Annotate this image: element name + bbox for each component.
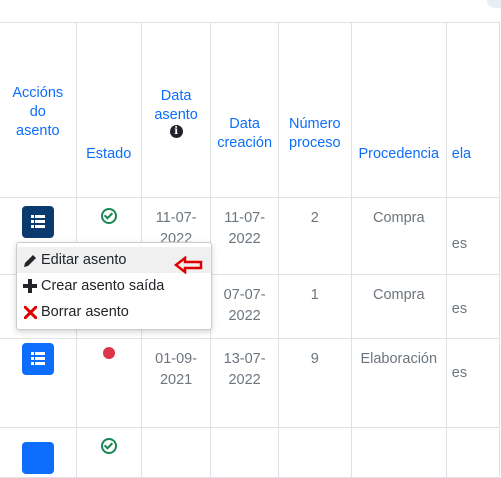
header-numero-proceso[interactable]: Número proceso	[277, 22, 352, 198]
pencil-icon	[21, 253, 39, 268]
red-arrow-icon	[174, 256, 203, 274]
header-accions[interactable]: Accións do asento	[0, 22, 77, 198]
status-cell	[75, 338, 142, 428]
data-creacion-cell: 07-07- 2022	[210, 274, 279, 339]
plus-icon	[21, 279, 39, 293]
cut-cell: es	[445, 274, 501, 339]
list-icon	[30, 352, 45, 365]
header-cut[interactable]: ela	[445, 22, 501, 198]
x-icon	[21, 305, 39, 319]
actions-cell	[0, 338, 77, 428]
check-circle-icon	[100, 208, 117, 224]
numero-cell: 2	[277, 197, 352, 275]
list-icon	[30, 215, 45, 228]
cut-cell: es	[445, 338, 501, 428]
actions-button[interactable]	[21, 442, 54, 474]
numero-cell: 1	[277, 274, 352, 339]
top-right-corner	[487, 0, 501, 8]
header-data-creacion[interactable]: Data creación	[210, 22, 279, 198]
check-circle-icon	[100, 438, 117, 454]
header-data-asento[interactable]: Data asento i	[140, 22, 212, 198]
cut-cell: es	[445, 197, 501, 275]
menu-item-borrar-asento[interactable]: Borrar asento	[17, 299, 211, 325]
data-creacion-cell: 11-07- 2022	[210, 197, 279, 275]
info-icon[interactable]: i	[169, 124, 183, 138]
procedencia-cell: Elaboración	[350, 338, 447, 428]
table-row: 01-09- 2021 13-07- 2022 9 Elaboración es	[0, 338, 501, 428]
header-procedencia[interactable]: Procedencia	[350, 22, 447, 198]
procedencia-cell: Compra	[350, 274, 447, 339]
data-asento-cell: 01-09- 2021	[140, 338, 212, 428]
menu-item-crear-asento-saida[interactable]: Crear asento saída	[17, 273, 211, 299]
header-estado[interactable]: Estado	[75, 22, 142, 198]
table-row	[0, 427, 501, 478]
numero-cell: 9	[277, 338, 352, 428]
procedencia-cell: Compra	[350, 197, 447, 275]
status-cell	[75, 427, 142, 478]
actions-button[interactable]	[21, 343, 54, 375]
data-creacion-cell: 13-07- 2022	[210, 338, 279, 428]
status-error-icon	[102, 347, 115, 359]
actions-cell	[0, 427, 77, 478]
actions-button[interactable]	[21, 206, 54, 238]
header-row: Accións do asento Estado Data asento i D…	[0, 22, 501, 198]
